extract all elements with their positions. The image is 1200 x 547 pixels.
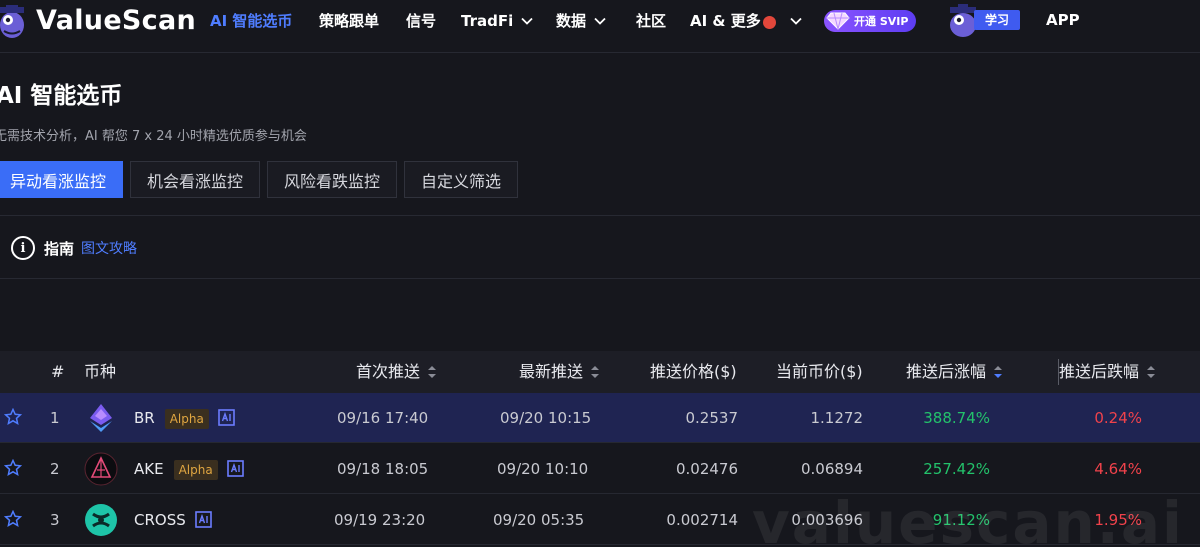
- row-index: 2: [50, 460, 60, 478]
- push-price: 0.02476: [675, 460, 738, 478]
- ai-icon: [226, 460, 244, 477]
- learn-button[interactable]: 学习: [948, 4, 1024, 38]
- col-current-price: 当前币价($): [776, 362, 863, 381]
- current-price: 0.06894: [800, 460, 863, 478]
- guide-label: 指南: [44, 239, 75, 258]
- coin-symbol[interactable]: AKE: [134, 460, 164, 478]
- cross-coin-icon: [85, 504, 117, 536]
- fall-after-push: 0.24%: [1094, 409, 1142, 427]
- nav-data[interactable]: 数据: [556, 11, 606, 31]
- fall-after-push: 4.64%: [1094, 460, 1142, 478]
- br-coin-icon: [90, 404, 112, 432]
- page-subtitle: 无需技术分析，AI 帮您 7 x 24 小时精选优质参与机会: [0, 129, 307, 144]
- table-header: # 币种 首次推送 最新推送 推送价格($) 当前币价($) 推送后涨幅 推送后…: [0, 351, 1200, 393]
- coin-cell: CROSS: [134, 510, 212, 530]
- alpha-badge: Alpha: [164, 409, 209, 429]
- rise-after-push: 257.42%: [923, 460, 990, 478]
- coin-symbol[interactable]: BR: [134, 409, 155, 427]
- guide-divider: [0, 278, 1200, 279]
- col-coin: 币种: [84, 362, 117, 381]
- push-price: 0.2537: [685, 409, 739, 427]
- ake-coin-icon: [84, 452, 118, 486]
- star-icon[interactable]: [4, 510, 22, 528]
- chevron-down-icon: [521, 17, 533, 25]
- sort-icon: [591, 366, 600, 378]
- col-first-push[interactable]: 首次推送: [356, 362, 437, 382]
- ai-icon: [218, 409, 235, 426]
- rise-after-push: 388.74%: [923, 409, 990, 427]
- latest-push-time: 09/20 10:15: [500, 409, 592, 427]
- star-icon[interactable]: [4, 459, 22, 477]
- row-index: 3: [50, 511, 60, 529]
- nav-app[interactable]: APP: [1046, 11, 1080, 29]
- nav-ai-coin-pick[interactable]: AI 智能选币: [210, 11, 292, 31]
- nav-strategy-copy[interactable]: 策略跟单: [319, 11, 379, 31]
- diamond-icon: [826, 12, 850, 30]
- chevron-down-icon: [594, 17, 606, 25]
- first-push-time: 09/18 18:05: [337, 460, 429, 478]
- star-icon[interactable]: [4, 408, 22, 426]
- chevron-down-icon: [790, 17, 802, 25]
- learn-label: 学习: [974, 10, 1020, 30]
- alpha-badge: Alpha: [173, 460, 218, 480]
- col-rise-after[interactable]: 推送后涨幅: [906, 362, 1003, 382]
- first-push-time: 09/19 23:20: [334, 511, 426, 529]
- sort-icon: [1147, 366, 1156, 378]
- latest-push-time: 09/20 10:10: [497, 460, 589, 478]
- monitor-tabs: 异动看涨监控 机会看涨监控 风险看跌监控 自定义筛选: [0, 161, 525, 198]
- first-push-time: 09/16 17:40: [337, 409, 429, 427]
- tab-risk-bearish[interactable]: 风险看跌监控: [267, 161, 398, 198]
- col-index: #: [51, 362, 65, 381]
- guide-link[interactable]: 图文攻略: [81, 238, 137, 258]
- coin-cell: AKE Alpha: [134, 459, 244, 480]
- push-price: 0.002714: [666, 511, 738, 529]
- current-price: 1.1272: [810, 409, 864, 427]
- watermark: valuescan.ai: [752, 489, 1184, 547]
- nav-ai-more[interactable]: AI & 更多: [690, 11, 802, 31]
- top-nav: ValueScan AI 智能选币 策略跟单 信号 TradFi 数据 社区 A…: [0, 0, 1200, 44]
- nav-signal[interactable]: 信号: [406, 11, 436, 31]
- header-divider: [0, 52, 1200, 53]
- col-fall-after[interactable]: 推送后跌幅: [1059, 362, 1156, 382]
- guide-bar: i 指南 图文攻略: [11, 236, 137, 260]
- tabs-divider: [0, 215, 1200, 216]
- col-push-price: 推送价格($): [650, 362, 737, 381]
- page-title: AI 智能选币: [0, 83, 123, 109]
- nav-tradfi[interactable]: TradFi: [461, 11, 533, 31]
- col-latest-push[interactable]: 最新推送: [519, 362, 600, 382]
- brand-name[interactable]: ValueScan: [36, 4, 196, 38]
- sort-icon: [428, 366, 437, 378]
- row-index: 1: [50, 409, 60, 427]
- tab-custom-filter[interactable]: 自定义筛选: [404, 161, 519, 198]
- coin-symbol[interactable]: CROSS: [134, 511, 186, 529]
- info-icon: i: [11, 236, 35, 260]
- nav-community[interactable]: 社区: [636, 11, 666, 31]
- tab-opportunity-bullish[interactable]: 机会看涨监控: [130, 161, 261, 198]
- latest-push-time: 09/20 05:35: [493, 511, 585, 529]
- tab-anomaly-bullish[interactable]: 异动看涨监控: [0, 161, 124, 198]
- open-svip-button[interactable]: 开通 SVIP: [824, 10, 916, 32]
- sort-active-icon: [994, 366, 1003, 378]
- table-row[interactable]: 2 AKE Alpha 09/18 18:05 09/20 10:10 0.024…: [0, 444, 1200, 494]
- ai-icon: [194, 511, 212, 528]
- table-row[interactable]: 1 BR Alpha 09/16 17:40 09/20 10:15 0.2537…: [0, 393, 1200, 443]
- valuescan-logo-icon[interactable]: [0, 5, 26, 39]
- hot-icon: [762, 15, 776, 29]
- coin-cell: BR Alpha: [134, 408, 235, 429]
